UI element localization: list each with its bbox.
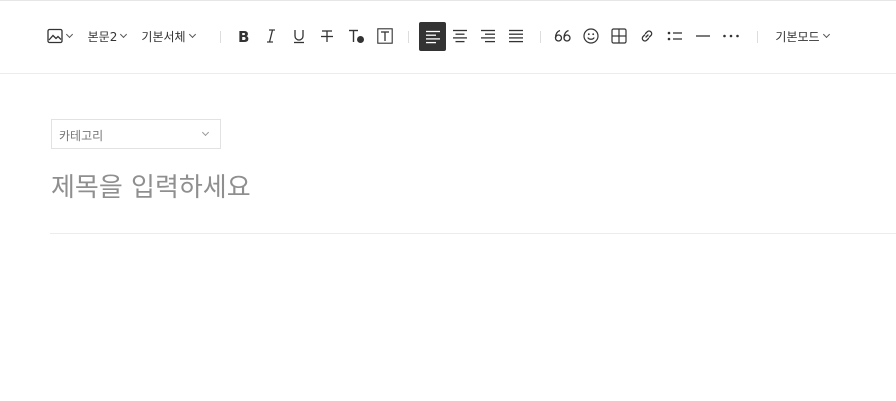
category-select[interactable]: 카테고리 [51, 119, 221, 149]
editor-toolbar: 본문2 기본서체 B 기본모드 [0, 0, 896, 74]
horizontal-rule-button[interactable] [692, 22, 714, 50]
chevron-down-icon [201, 128, 210, 137]
chevron-down-icon [65, 30, 73, 39]
more-icon [722, 33, 740, 39]
chevron-down-icon [188, 30, 196, 39]
bold-icon: B [236, 28, 250, 44]
toolbar-divider [540, 31, 541, 43]
font-family-label: 기본서체 [141, 29, 186, 44]
align-left-button[interactable] [419, 22, 446, 51]
strikethrough-button[interactable] [316, 22, 338, 50]
insert-image-button[interactable] [44, 22, 74, 50]
align-left-icon [425, 30, 441, 44]
title-input[interactable] [51, 168, 896, 208]
align-center-button[interactable] [449, 22, 471, 50]
emoji-icon [583, 28, 599, 44]
align-justify-icon [508, 29, 524, 43]
toolbar-divider [408, 31, 409, 43]
bullet-list-button[interactable] [664, 22, 686, 50]
category-placeholder: 카테고리 [59, 129, 104, 143]
align-right-button[interactable] [477, 22, 499, 50]
editor-mode-select[interactable]: 기본모드 [772, 22, 832, 50]
quote-icon [554, 29, 572, 43]
paragraph-style-select[interactable]: 본문2 [85, 22, 129, 50]
italic-icon [264, 28, 278, 44]
quote-button[interactable] [552, 22, 574, 50]
align-right-icon [480, 29, 496, 43]
chevron-down-icon [822, 30, 830, 39]
paragraph-style-label: 본문2 [87, 29, 118, 44]
title-divider [50, 233, 896, 234]
toolbar-divider [757, 31, 758, 43]
underline-button[interactable] [288, 22, 310, 50]
italic-button[interactable] [260, 22, 282, 50]
text-background-button[interactable] [374, 22, 396, 50]
text-color-button[interactable] [344, 22, 368, 50]
link-button[interactable] [636, 22, 658, 50]
toolbar-divider [220, 31, 221, 43]
editor-mode-label: 기본모드 [775, 29, 820, 44]
image-icon [46, 28, 63, 44]
align-justify-button[interactable] [505, 22, 527, 50]
svg-text:B: B [238, 28, 249, 44]
underline-icon [292, 28, 306, 44]
text-background-icon [377, 28, 393, 44]
horizontal-rule-icon [695, 29, 711, 43]
chevron-down-icon [120, 30, 128, 39]
emoji-button[interactable] [580, 22, 602, 50]
table-icon [611, 28, 627, 44]
strikethrough-icon [320, 28, 334, 44]
link-icon [639, 28, 655, 44]
more-button[interactable] [720, 22, 742, 50]
bullet-list-icon [667, 29, 683, 43]
text-color-icon [347, 28, 365, 44]
table-button[interactable] [608, 22, 630, 50]
bold-button[interactable]: B [232, 22, 254, 50]
font-family-select[interactable]: 기본서체 [139, 22, 197, 50]
align-center-icon [452, 29, 468, 43]
